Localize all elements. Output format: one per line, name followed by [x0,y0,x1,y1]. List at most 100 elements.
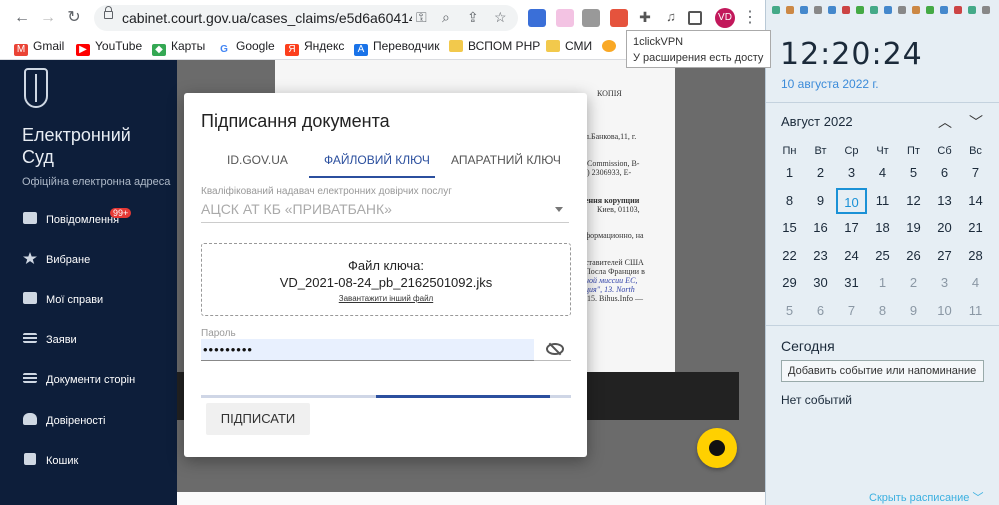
bookmark-folder[interactable]: СМИ [546,39,592,53]
tray-icon[interactable] [982,6,990,14]
tray-icon[interactable] [814,6,822,14]
bookmark-google[interactable]: G Google [217,39,275,56]
sign-button[interactable]: ПІДПИСАТИ [206,403,310,435]
calendar-day[interactable]: 30 [805,270,836,296]
tray-icon[interactable] [786,6,794,14]
clock-date[interactable]: 10 августа 2022 г. [781,77,879,91]
share-icon[interactable]: ⇪ [467,9,479,26]
sidebar-item-powers-of-attorney[interactable]: Довіреності [0,407,177,435]
tray-icon[interactable] [968,6,976,14]
provider-select[interactable]: АЦСК АТ КБ «ПРИВАТБАНК» [201,201,569,223]
menu-icon[interactable]: ⋮ [740,8,760,28]
calendar-day[interactable]: 29 [774,270,805,296]
tray-icon[interactable] [898,6,906,14]
tab-file-key[interactable]: ФАЙЛОВИЙ КЛЮЧ [324,153,430,167]
tray-icon[interactable] [912,6,920,14]
calendar-day[interactable]: 1 [774,160,805,186]
calendar-day[interactable]: 7 [836,298,867,324]
calendar-day[interactable]: 21 [960,215,991,241]
calendar-day[interactable]: 27 [929,243,960,269]
calendar-day[interactable]: 25 [867,243,898,269]
calendar-day[interactable]: 9 [805,188,836,214]
tray-icon[interactable] [772,6,780,14]
calendar-day[interactable]: 10 [836,187,867,214]
calendar-day[interactable]: 17 [836,215,867,241]
tab-hardware-key[interactable]: АПАРАТНИЙ КЛЮЧ [451,153,561,167]
sidebar-item-my-cases[interactable]: Мої справи [0,286,177,314]
extension-icon[interactable] [528,9,546,27]
calendar-day[interactable]: 16 [805,215,836,241]
calendar-day[interactable]: 4 [867,160,898,186]
calendar-day[interactable]: 28 [960,243,991,269]
calendar-day[interactable]: 2 [805,160,836,186]
tray-icon[interactable] [954,6,962,14]
profile-avatar[interactable]: VD [715,8,735,28]
tray-icon[interactable] [828,6,836,14]
extension-icon[interactable] [582,9,600,27]
chevron-up-icon[interactable]: ︿ [938,112,952,132]
calendar-day[interactable]: 8 [867,298,898,324]
side-panel-icon[interactable] [688,11,702,25]
visibility-off-icon[interactable] [546,343,564,355]
zoom-icon[interactable]: ⌕ [442,9,450,26]
bookmark-gmail[interactable]: M Gmail [14,39,64,56]
media-icon[interactable]: ♫ [662,9,680,27]
calendar-day[interactable]: 24 [836,243,867,269]
calendar-day[interactable]: 15 [774,215,805,241]
upload-other-file-link[interactable]: Завантажити інший файл [202,294,570,303]
puzzle-icon[interactable]: ✚ [636,9,654,27]
forward-icon[interactable]: → [38,8,58,28]
reload-icon[interactable]: ↻ [64,8,84,28]
chevron-down-icon[interactable]: ﹀ [969,112,983,132]
calendar-day[interactable]: 3 [836,160,867,186]
calendar-day[interactable]: 5 [774,298,805,324]
tray-icon[interactable] [856,6,864,14]
call-button[interactable] [697,428,737,468]
calendar-day[interactable]: 18 [867,215,898,241]
extension-icon[interactable] [556,9,574,27]
key-icon[interactable]: ⚿ [416,9,427,26]
calendar-day[interactable]: 14 [960,188,991,214]
tray-icon[interactable] [842,6,850,14]
tray-icon[interactable] [870,6,878,14]
bookmark-translator[interactable]: A Переводчик [354,39,440,56]
calendar-day[interactable]: 26 [898,243,929,269]
calendar-day[interactable]: 23 [805,243,836,269]
calendar-day[interactable]: 3 [929,270,960,296]
calendar-day[interactable]: 12 [898,188,929,214]
calendar-month[interactable]: Август 2022 [781,114,853,129]
hide-schedule-link[interactable]: Скрыть расписание ﹀ [869,489,983,505]
bookmark-yandex[interactable]: Я Яндекс [285,39,344,56]
calendar-day[interactable]: 7 [960,160,991,186]
calendar-day[interactable]: 1 [867,270,898,296]
tab-id-gov-ua[interactable]: ID.GOV.UA [227,153,288,167]
sidebar-item-trash[interactable]: Кошик [0,447,177,475]
vpn-extension-icon[interactable] [610,9,628,27]
sidebar-item-messages[interactable]: Повідомлення 99+ [0,206,177,234]
calendar-day[interactable]: 6 [929,160,960,186]
bookmark-sun-icon[interactable] [602,39,621,53]
calendar-day[interactable]: 11 [867,188,898,214]
back-icon[interactable]: ← [12,8,32,28]
sidebar-item-favorites[interactable]: Вибране [0,246,177,274]
tray-icon[interactable] [926,6,934,14]
bookmark-folder[interactable]: ВСПОМ РНР [449,39,540,53]
tray-icon[interactable] [800,6,808,14]
calendar-day[interactable]: 11 [960,298,991,324]
calendar-day[interactable]: 2 [898,270,929,296]
calendar-day[interactable]: 4 [960,270,991,296]
bookmark-maps[interactable]: ◆ Карты [152,39,205,56]
key-file-dropzone[interactable]: Файл ключа: VD_2021-08-24_pb_2162501092.… [201,243,571,316]
tray-icon[interactable] [884,6,892,14]
calendar-day[interactable]: 8 [774,188,805,214]
bookmark-star-icon[interactable]: ☆ [494,9,507,26]
calendar-day[interactable]: 19 [898,215,929,241]
calendar-day[interactable]: 9 [898,298,929,324]
calendar-day[interactable]: 31 [836,270,867,296]
calendar-day[interactable]: 10 [929,298,960,324]
calendar-day[interactable]: 6 [805,298,836,324]
calendar-day[interactable]: 20 [929,215,960,241]
sidebar-item-party-documents[interactable]: Документи сторін [0,366,177,394]
calendar-day[interactable]: 5 [898,160,929,186]
calendar-day[interactable]: 22 [774,243,805,269]
